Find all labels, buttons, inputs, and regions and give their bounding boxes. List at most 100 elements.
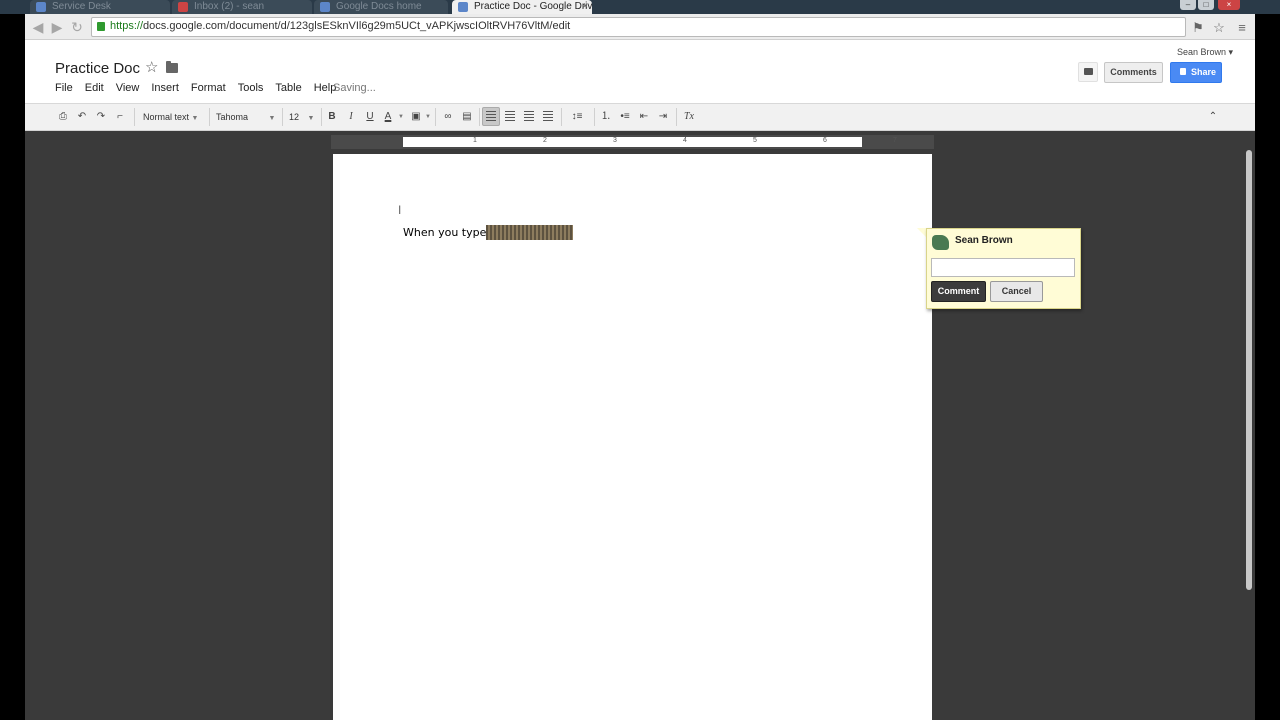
- font-size-dropdown[interactable]: 12 ▼: [289, 110, 317, 124]
- menu-insert[interactable]: Insert: [151, 82, 179, 94]
- paint-format-icon[interactable]: ⌐: [112, 110, 128, 124]
- account-menu[interactable]: Sean Brown ▾: [1177, 47, 1233, 58]
- ruler-number: 2: [543, 137, 547, 144]
- align-right-icon[interactable]: [524, 111, 534, 121]
- undo-icon[interactable]: ↶: [74, 110, 90, 124]
- close-window-button[interactable]: ×: [1218, 0, 1240, 10]
- justify-icon[interactable]: [543, 111, 553, 121]
- ruler-number: 7: [893, 137, 897, 144]
- avatar: [932, 235, 949, 250]
- menu-view[interactable]: View: [116, 82, 140, 94]
- style-dropdown[interactable]: Normal text ▼: [143, 110, 205, 124]
- url-text[interactable]: https://docs.google.com/document/d/123gl…: [110, 20, 570, 32]
- browser-tab-2[interactable]: Inbox (2) - sean: [172, 0, 312, 14]
- docs-favicon-icon: [320, 2, 330, 12]
- document-text[interactable]: When you type: [403, 226, 486, 239]
- highlight-color-icon[interactable]: ▣: [409, 110, 423, 124]
- chat-icon[interactable]: [1078, 62, 1098, 82]
- align-center-icon[interactable]: [505, 111, 515, 121]
- toolbar-divider: [594, 108, 595, 126]
- chrome-menu-icon[interactable]: ≡: [1234, 20, 1250, 36]
- toolbar-divider: [209, 108, 210, 126]
- text-cursor-icon: I: [398, 203, 402, 217]
- chevron-down-icon: ▼: [191, 115, 199, 122]
- flag-icon[interactable]: ⚑: [1190, 20, 1206, 36]
- gmail-icon: [178, 2, 188, 12]
- align-left-icon: [486, 111, 496, 121]
- scrollbar[interactable]: [1246, 150, 1252, 590]
- underline-button[interactable]: U: [363, 110, 377, 124]
- toolbar-divider: [321, 108, 322, 126]
- clear-formatting-button[interactable]: Tx: [681, 110, 697, 124]
- ruler-number: 3: [613, 137, 617, 144]
- maximize-window-button[interactable]: □: [1198, 0, 1214, 10]
- comment-author: Sean Brown: [955, 235, 1013, 246]
- ruler-number: 6: [823, 137, 827, 144]
- comment-submit-button[interactable]: Comment: [931, 281, 986, 302]
- forward-arrow-icon[interactable]: ▶: [49, 19, 65, 35]
- toolbar-divider: [561, 108, 562, 126]
- toolbar-divider: [435, 108, 436, 126]
- browser-tab-active[interactable]: Practice Doc - Google Driv ×: [452, 0, 592, 14]
- url-path: docs.google.com/document/d/123glsESknVIl…: [143, 20, 571, 32]
- comment-cancel-button[interactable]: Cancel: [990, 281, 1043, 302]
- chevron-down-icon[interactable]: ▼: [424, 110, 432, 124]
- favicon-icon: [36, 2, 46, 12]
- ruler-number: 5: [753, 137, 757, 144]
- menu-file[interactable]: File: [55, 82, 73, 94]
- toolbar-divider: [134, 108, 135, 126]
- browser-tab-1[interactable]: Service Desk: [30, 0, 170, 14]
- lock-icon: [1180, 68, 1186, 75]
- decrease-indent-icon[interactable]: ⇤: [637, 110, 651, 124]
- bulleted-list-icon[interactable]: •≡: [618, 110, 632, 124]
- tab-label: Google Docs home: [336, 1, 422, 12]
- font-size-value: 12: [289, 112, 300, 122]
- print-icon[interactable]: ⎙: [55, 110, 71, 124]
- chevron-down-icon: ▼: [307, 115, 315, 122]
- numbered-list-icon[interactable]: ⒈: [599, 110, 613, 124]
- link-icon[interactable]: ∞: [440, 110, 456, 124]
- menu-table[interactable]: Table: [275, 82, 301, 94]
- chevron-down-icon: ▼: [268, 115, 276, 122]
- url-scheme: https://: [110, 20, 144, 32]
- tab-label: Service Desk: [52, 1, 111, 12]
- menu-format[interactable]: Format: [191, 82, 226, 94]
- ruler-number: 1: [473, 137, 477, 144]
- reload-icon[interactable]: ↻: [69, 19, 85, 35]
- bookmark-star-icon[interactable]: ☆: [1211, 20, 1227, 36]
- toolbar-divider: [479, 108, 480, 126]
- toolbar-divider: [282, 108, 283, 126]
- folder-icon[interactable]: [166, 61, 178, 73]
- menu-edit[interactable]: Edit: [85, 82, 104, 94]
- insert-comment-icon[interactable]: ▤: [459, 110, 475, 124]
- minimize-window-button[interactable]: –: [1180, 0, 1196, 10]
- comments-button[interactable]: Comments: [1104, 62, 1163, 83]
- close-tab-icon[interactable]: ×: [582, 0, 588, 14]
- document-title[interactable]: Practice Doc: [55, 60, 140, 77]
- collapse-toolbar-icon[interactable]: ⌃: [1205, 110, 1221, 124]
- italic-button[interactable]: I: [344, 110, 358, 124]
- increase-indent-icon[interactable]: ⇥: [656, 110, 670, 124]
- star-icon[interactable]: ☆: [145, 58, 158, 76]
- font-dropdown[interactable]: Tahoma ▼: [216, 110, 278, 124]
- chevron-down-icon[interactable]: ▼: [397, 110, 405, 124]
- browser-tab-3[interactable]: Google Docs home: [314, 0, 448, 14]
- ruler-number: 4: [683, 137, 687, 144]
- tab-label: Practice Doc - Google Driv: [474, 1, 592, 12]
- comment-input[interactable]: [931, 258, 1075, 277]
- tab-label: Inbox (2) - sean: [194, 1, 265, 12]
- share-button[interactable]: Share: [1170, 62, 1222, 83]
- text-color-button[interactable]: A: [381, 110, 395, 124]
- selected-text-highlight[interactable]: [486, 225, 573, 240]
- line-spacing-icon[interactable]: ↕≡: [566, 110, 588, 124]
- bold-button[interactable]: B: [325, 110, 339, 124]
- style-value: Normal text: [143, 112, 190, 122]
- font-value: Tahoma: [216, 112, 249, 122]
- redo-icon[interactable]: ↷: [93, 110, 109, 124]
- ruler-numbers: 1 2 3 4 5 6 7: [403, 137, 897, 147]
- back-arrow-icon[interactable]: ◀: [30, 19, 46, 35]
- menu-bar: File Edit View Insert Format Tools Table Help: [55, 82, 348, 96]
- ssl-lock-icon: [97, 22, 105, 31]
- toolbar-divider: [676, 108, 677, 126]
- menu-tools[interactable]: Tools: [238, 82, 264, 94]
